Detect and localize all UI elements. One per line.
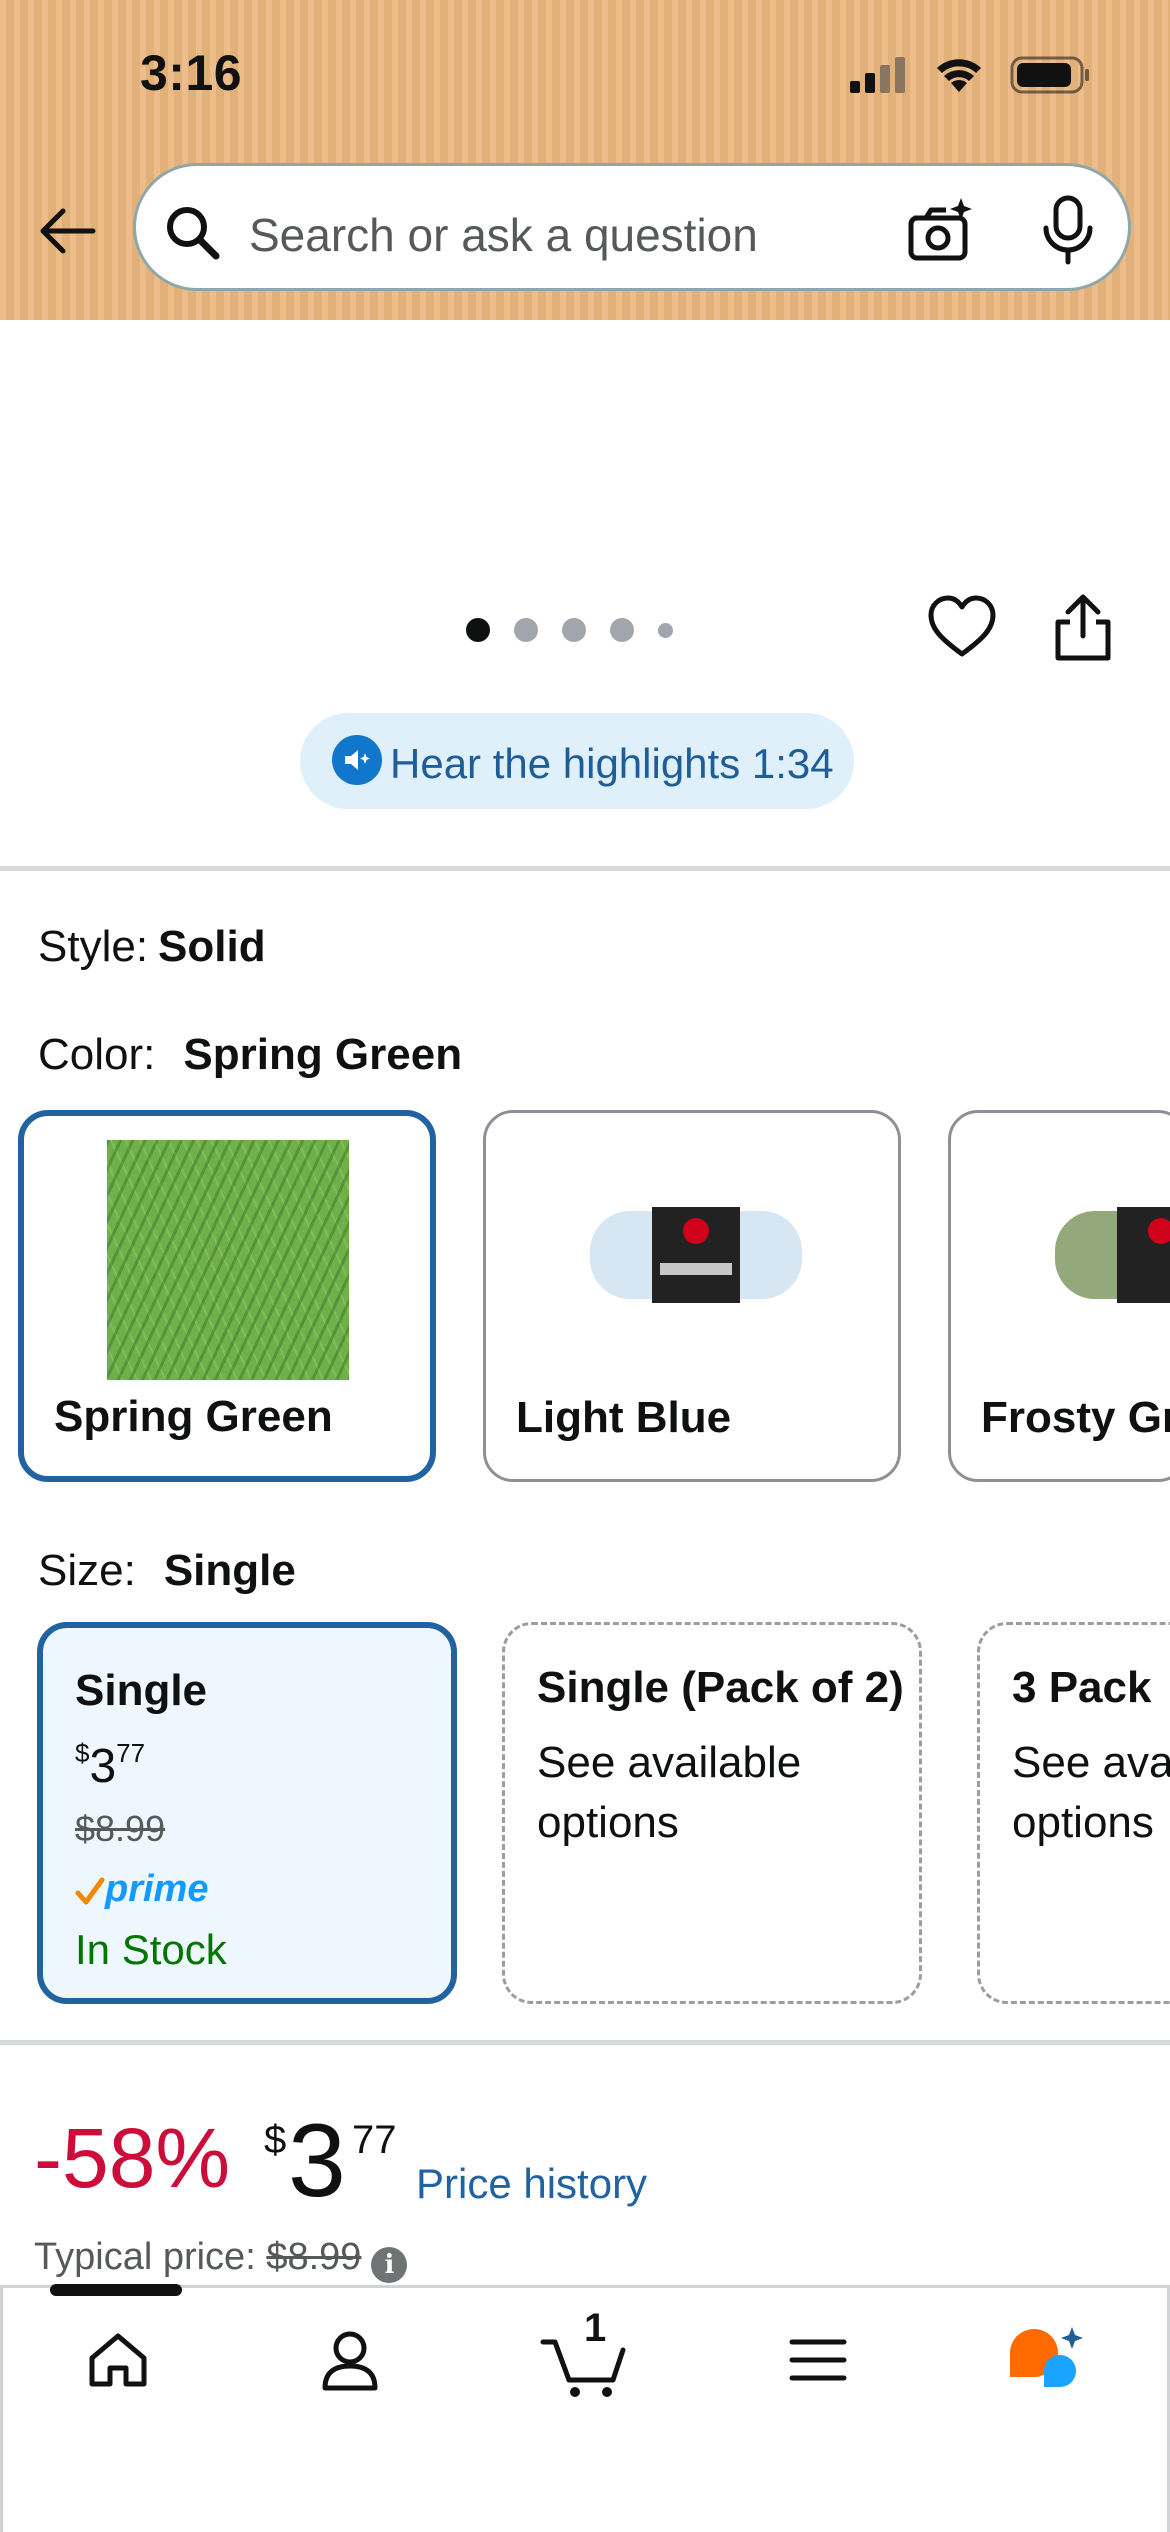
size-option-subtitle: See available options (537, 1738, 802, 1847)
pager-dot[interactable] (658, 622, 673, 638)
add-to-wishlist-button[interactable] (926, 592, 998, 664)
frosty-green-skein-image (1055, 1207, 1170, 1303)
share-button[interactable] (1050, 592, 1116, 664)
top-header: 3:16 Search or ask a question (0, 0, 1170, 320)
speaker-sparkle-icon (332, 735, 382, 785)
tab-cart[interactable]: 1 (534, 2306, 634, 2410)
prime-badge: prime (75, 1868, 208, 1911)
size-option-price: $377 (75, 1738, 146, 1793)
pager-dot[interactable] (610, 618, 634, 642)
color-option-label: Frosty Gr (981, 1393, 1170, 1442)
style-value: Solid (158, 922, 266, 971)
status-icons (850, 56, 1090, 94)
section-divider (0, 2040, 1170, 2045)
battery-icon (1010, 56, 1089, 94)
search-bar[interactable]: Search or ask a question (133, 163, 1131, 291)
section-divider (0, 866, 1170, 871)
color-option-light-blue[interactable]: Light Blue (483, 1110, 901, 1482)
hamburger-menu-icon (789, 2339, 847, 2381)
prime-label: prime (105, 1868, 209, 1910)
typical-price-value: $8.99 (266, 2236, 362, 2278)
back-button[interactable] (32, 196, 102, 266)
price-history-link[interactable]: Price history (416, 2160, 647, 2208)
size-option-title: Single (Pack of 2) (537, 1663, 904, 1712)
heart-icon (928, 595, 996, 657)
voice-search-button[interactable] (1036, 194, 1100, 266)
camera-sparkle-icon (908, 198, 972, 261)
price-whole: 3 (288, 2103, 346, 2219)
color-option-label: Light Blue (516, 1393, 732, 1442)
color-row: Color: Spring Green (38, 1030, 462, 1080)
typical-price-label: Typical price: (34, 2236, 256, 2278)
color-value: Spring Green (183, 1030, 463, 1079)
pager-dot[interactable] (562, 618, 586, 642)
size-option-title: Single (75, 1666, 208, 1715)
tab-rufus-assistant[interactable] (996, 2310, 1096, 2410)
color-label: Color: (38, 1030, 156, 1079)
color-option-spring-green[interactable]: Spring Green (18, 1110, 436, 1482)
typical-price: Typical price: $8.99 i (34, 2236, 408, 2283)
prime-check-icon (75, 1877, 105, 1905)
color-option-label: Spring Green (54, 1392, 333, 1441)
pager-dot[interactable] (514, 618, 538, 642)
image-pager-dots[interactable] (466, 618, 673, 642)
spring-green-swatch-image (107, 1140, 349, 1380)
home-icon (89, 2333, 147, 2387)
size-option-stock: In Stock (75, 1926, 227, 1973)
pager-dot[interactable] (466, 618, 490, 642)
back-arrow-icon (40, 208, 96, 254)
cart-count-badge: 1 (584, 2306, 607, 2350)
size-value: Single (163, 1546, 296, 1595)
style-row: Style: Solid (38, 922, 266, 972)
size-label: Size: (38, 1546, 136, 1595)
camera-search-button[interactable] (906, 196, 976, 266)
highlights-label: Hear the highlights 1:34 (390, 740, 834, 787)
active-tab-indicator (50, 2284, 182, 2296)
tab-menu[interactable] (768, 2310, 868, 2410)
search-input[interactable]: Search or ask a question (249, 208, 758, 262)
size-option-3-pack[interactable]: 3 Pack See ava options (977, 1622, 1170, 2004)
microphone-icon (1043, 195, 1093, 265)
color-option-frosty-green[interactable]: Frosty Gr (948, 1110, 1170, 1482)
price-currency: $ (264, 2118, 287, 2162)
size-row: Size: Single (38, 1546, 296, 1596)
user-icon (322, 2331, 378, 2391)
hear-highlights-button[interactable]: Hear the highlights 1:34 (300, 713, 854, 809)
status-time: 3:16 (140, 45, 243, 101)
search-icon (167, 207, 220, 260)
style-label: Style: (38, 922, 149, 971)
size-option-list-price: $8.99 (75, 1808, 166, 1849)
wifi-icon (937, 59, 981, 92)
tab-account[interactable] (300, 2310, 400, 2410)
size-option-subtitle: See ava options (1012, 1738, 1170, 1847)
size-option-title: 3 Pack (1012, 1663, 1152, 1712)
rufus-assistant-icon (1010, 2327, 1083, 2387)
discount-percent: -58% (34, 2111, 231, 2205)
share-icon (1055, 594, 1111, 661)
size-option-single[interactable]: Single $377 $8.99 prime In Stock (37, 1622, 457, 2004)
light-blue-skein-image (590, 1207, 802, 1303)
price-fraction: 77 (352, 2118, 397, 2162)
size-option-pack-of-2[interactable]: Single (Pack of 2) See available options (502, 1622, 922, 2004)
info-icon[interactable]: i (371, 2247, 408, 2283)
cellular-signal-icon (850, 57, 905, 93)
tab-home[interactable] (68, 2310, 168, 2410)
